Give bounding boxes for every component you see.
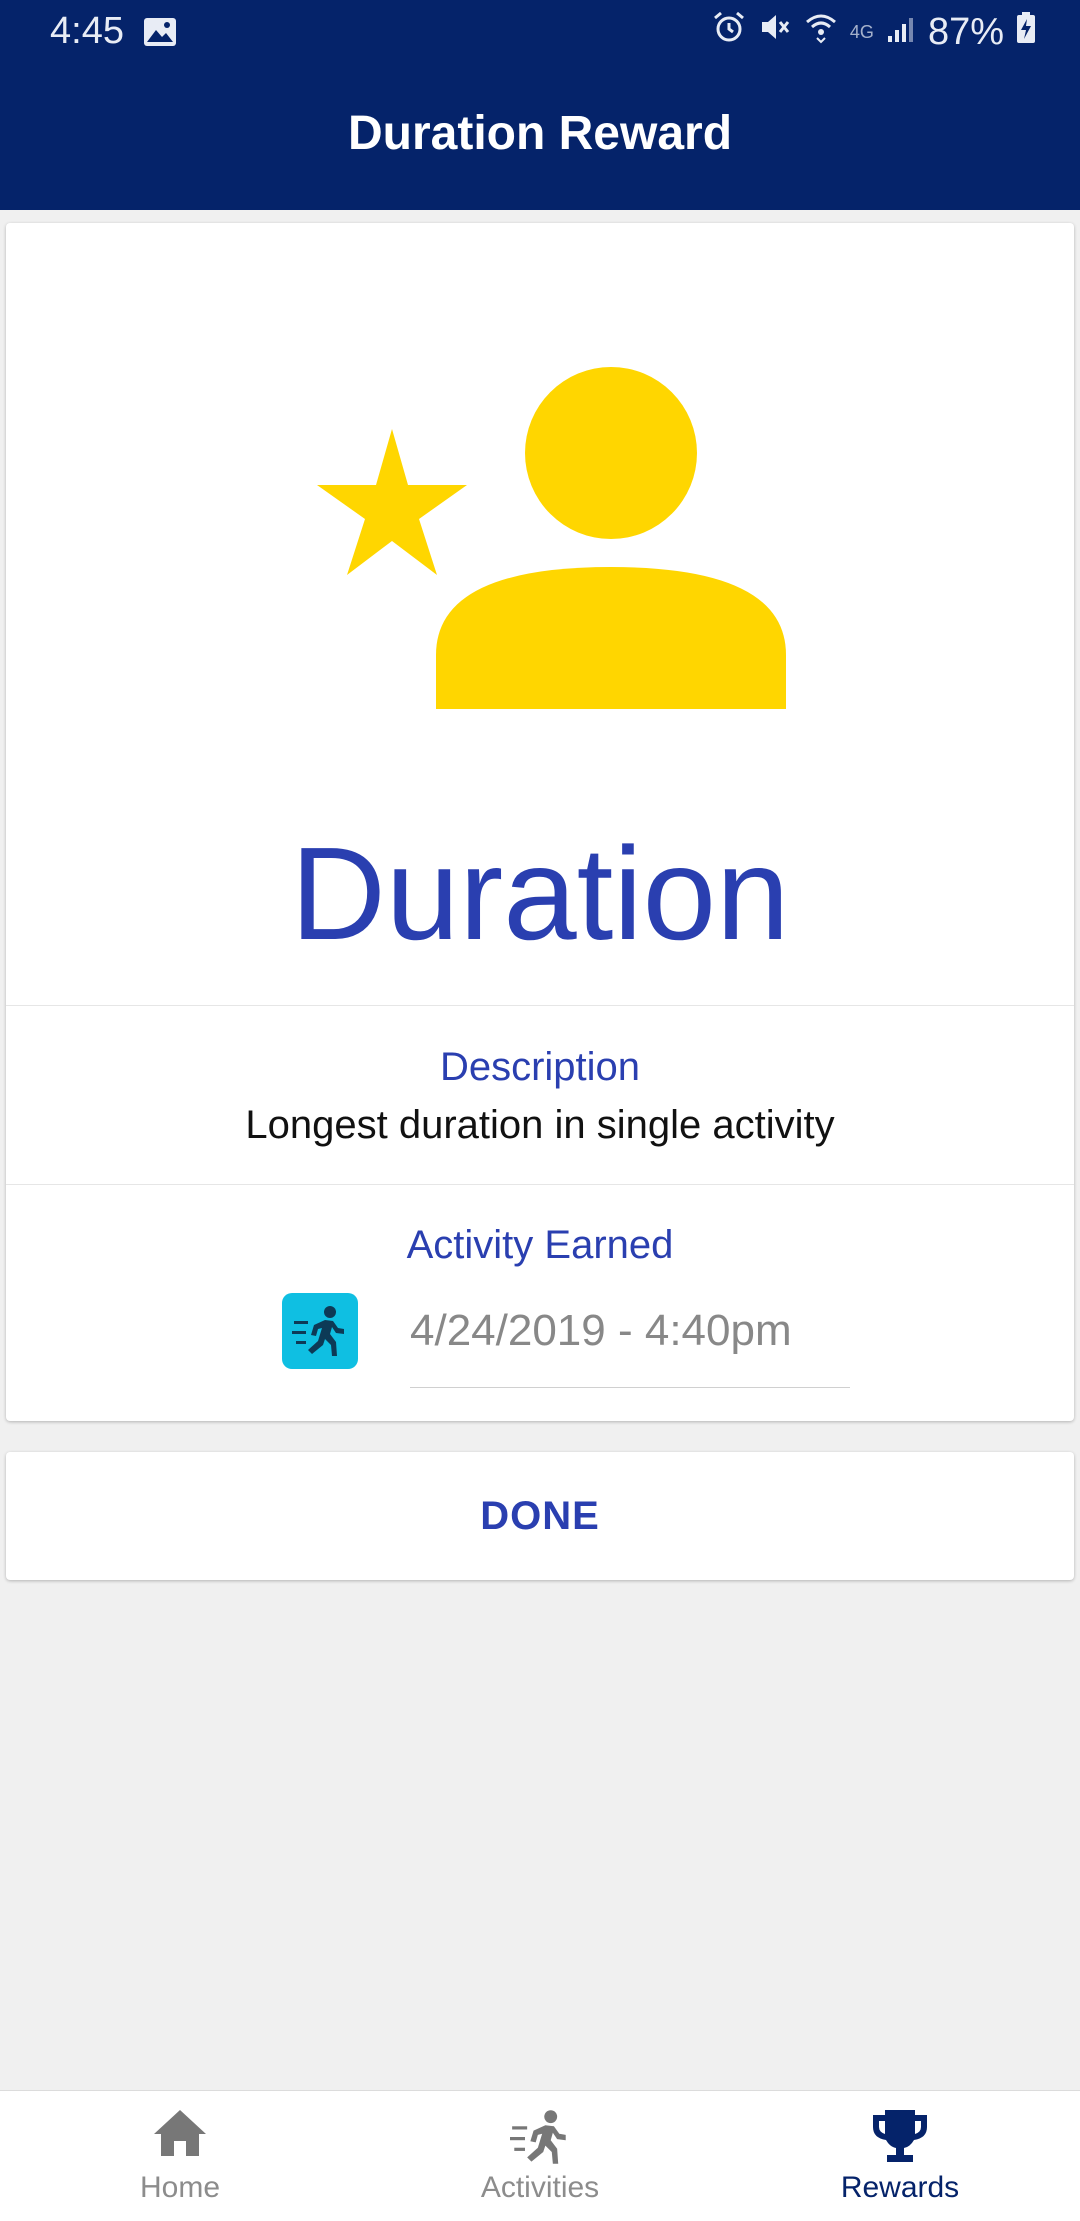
activity-earned-label: Activity Earned	[406, 1223, 674, 1267]
description-label: Description	[439, 1045, 641, 1089]
network-type-label: 4G	[849, 21, 874, 42]
divider	[6, 1184, 1074, 1185]
home-icon	[152, 2107, 208, 2164]
reward-card: Duration Description Longest duration in…	[6, 223, 1074, 1421]
battery-charging-icon	[1016, 11, 1036, 54]
reward-name: Duration	[290, 820, 790, 967]
battery-percent: 87%	[927, 10, 1004, 53]
gallery-icon	[143, 14, 177, 57]
nav-label-home: Home	[139, 2171, 221, 2204]
alarm-icon	[712, 10, 746, 54]
nav-item-rewards[interactable]: Rewards	[720, 2091, 1080, 2221]
status-time: 4:45	[50, 10, 124, 52]
mute-icon	[758, 10, 792, 54]
activity-date-field[interactable]: 4/24/2019 - 4:40pm	[410, 1293, 850, 1388]
star-person-icon	[298, 355, 788, 720]
done-button-label: DONE	[480, 1493, 600, 1538]
done-button[interactable]: DONE	[6, 1452, 1074, 1580]
nav-item-activities[interactable]: Activities	[360, 2091, 720, 2221]
page-title: Duration Reward	[347, 107, 733, 160]
divider	[6, 1005, 1074, 1006]
description-text: Longest duration in single activity	[245, 1103, 835, 1147]
status-bar: 4:45 4G 87%	[0, 0, 1080, 66]
nav-item-home[interactable]: Home	[0, 2091, 360, 2221]
bottom-navigation: Home Activities Rewards	[0, 2090, 1080, 2221]
nav-label-rewards: Rewards	[840, 2171, 960, 2204]
signal-icon	[886, 11, 916, 54]
wifi-icon	[804, 10, 838, 54]
nav-label-activities: Activities	[480, 2171, 600, 2204]
running-person-icon[interactable]	[282, 1293, 358, 1369]
app-bar: 4:45 4G 87% Duration Reward	[0, 0, 1080, 210]
running-person-icon	[510, 2107, 570, 2172]
trophy-icon	[871, 2107, 929, 2170]
